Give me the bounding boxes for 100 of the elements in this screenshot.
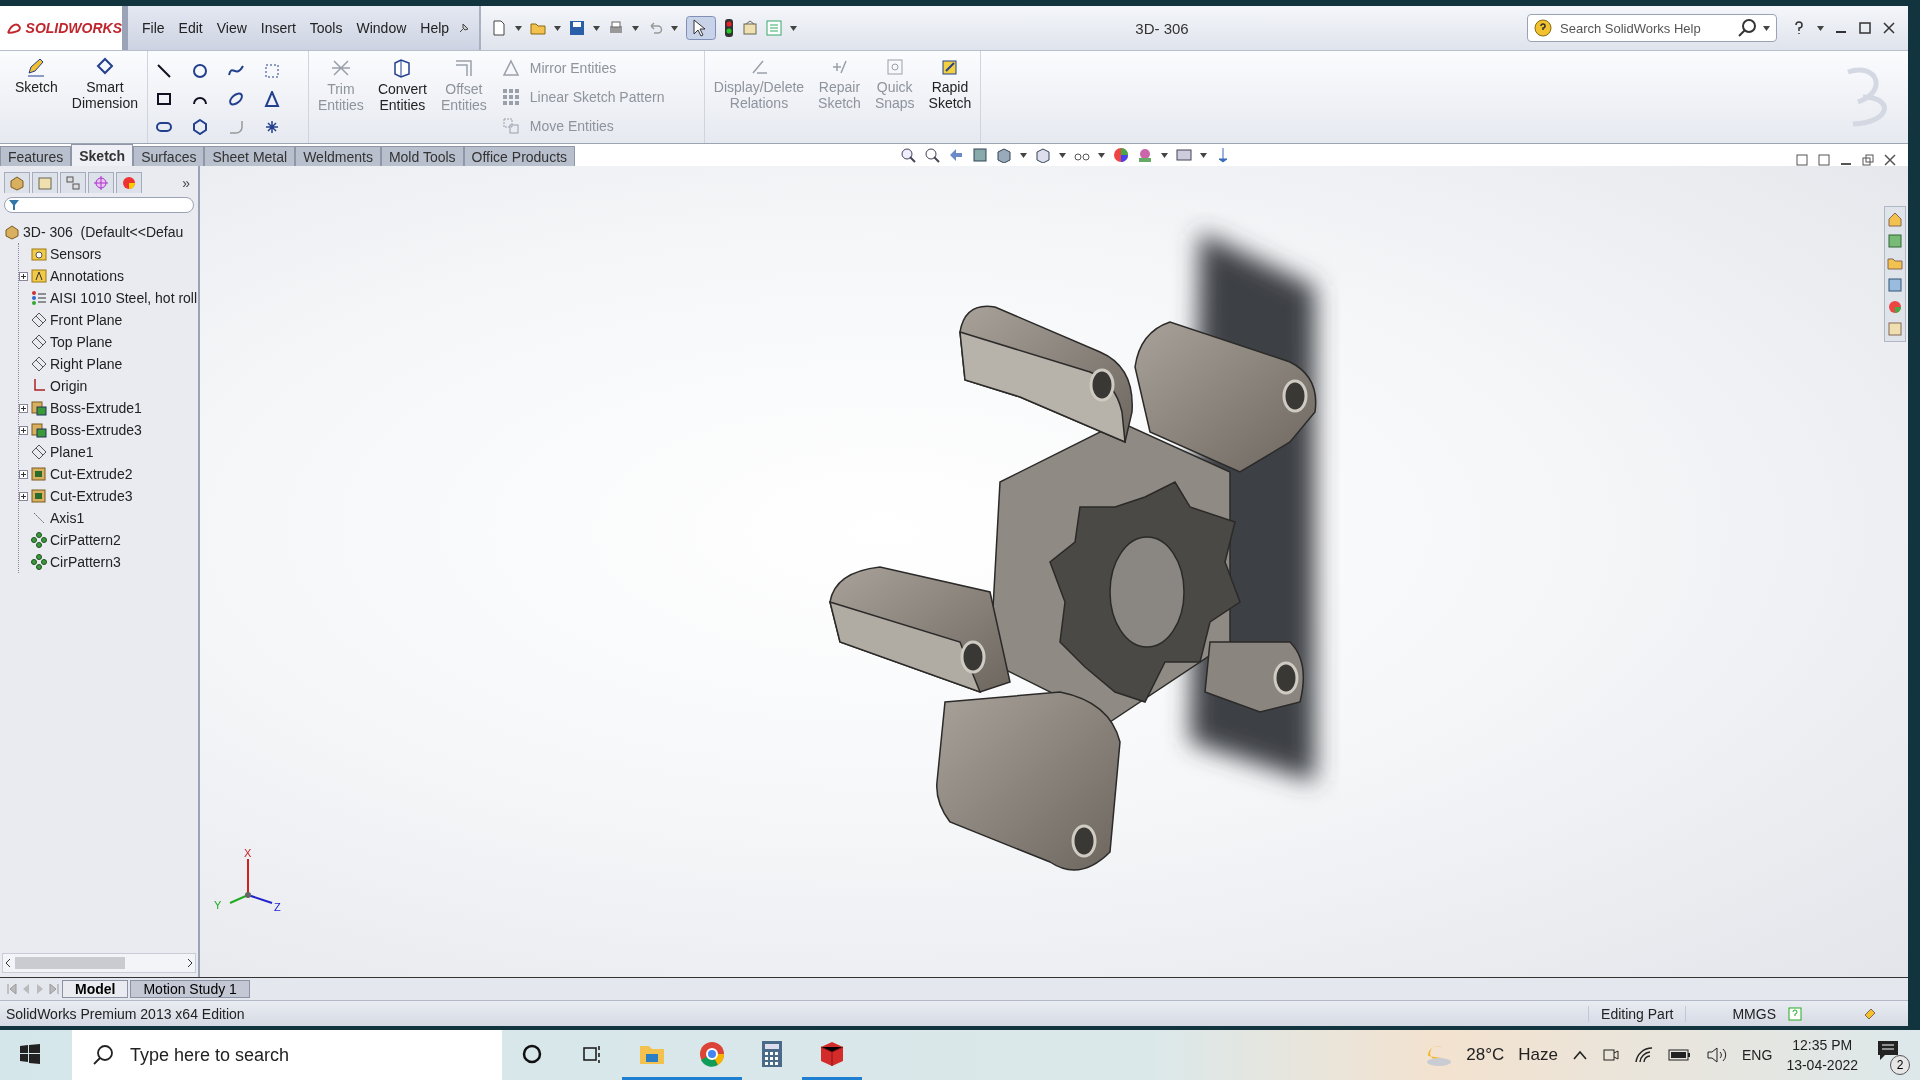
caret-icon[interactable]	[593, 25, 601, 31]
expand-icon[interactable]	[19, 425, 28, 435]
open-folder-icon[interactable]	[530, 20, 547, 36]
scroll-right-icon[interactable]	[185, 958, 195, 968]
menu-item[interactable]: View	[210, 16, 253, 40]
horizontal-scrollbar[interactable]	[2, 953, 196, 973]
tree-item[interactable]: CirPattern3	[50, 554, 121, 570]
command-tab[interactable]: Sketch	[71, 144, 134, 166]
tree-item[interactable]: Sensors	[50, 246, 102, 262]
calculator-icon[interactable]	[761, 1039, 783, 1068]
folder-icon[interactable]	[1887, 255, 1903, 271]
ribbon-tool-button[interactable]: Convert Entities	[370, 51, 434, 143]
point-icon[interactable]	[263, 119, 280, 135]
command-tab[interactable]: Office Products	[463, 146, 576, 166]
rectangle-icon[interactable]	[155, 91, 172, 107]
tile-icon[interactable]	[1796, 154, 1808, 166]
wifi-icon[interactable]	[1634, 1046, 1655, 1064]
tree-item[interactable]: AISI 1010 Steel, hot roll	[50, 290, 198, 306]
section-view-icon[interactable]	[972, 147, 988, 163]
ellipse-icon[interactable]	[227, 91, 244, 107]
tree-item[interactable]: 3D- 306 (Default<<Defau	[23, 224, 184, 240]
browser-icon[interactable]	[698, 1039, 726, 1068]
tree-item[interactable]: Top Plane	[50, 334, 113, 350]
caret-icon[interactable]	[1763, 25, 1770, 31]
battery-icon[interactable]	[1668, 1048, 1693, 1062]
menu-item[interactable]: Insert	[254, 16, 302, 40]
traffic-light-icon[interactable]	[724, 19, 735, 37]
triangle-icon[interactable]	[263, 91, 280, 107]
filter-field[interactable]	[4, 197, 194, 213]
expand-icon[interactable]	[19, 469, 28, 479]
command-tab[interactable]: Mold Tools	[380, 146, 464, 166]
display-tab[interactable]	[116, 172, 142, 193]
printer-icon[interactable]	[608, 20, 625, 36]
tree-item[interactable]: Axis1	[50, 510, 85, 526]
options-icon[interactable]	[742, 20, 759, 36]
previous-view-icon[interactable]	[948, 147, 964, 163]
caret-icon[interactable]	[515, 25, 523, 31]
scroll-left-icon[interactable]	[3, 958, 13, 968]
dimension-icon[interactable]	[94, 57, 115, 77]
scene-icon[interactable]	[1137, 147, 1153, 163]
speaker-icon[interactable]	[1706, 1046, 1729, 1064]
tree-item[interactable]: Boss-Extrude3	[50, 422, 142, 438]
part-model-drawing[interactable]	[828, 305, 1317, 871]
restore-icon[interactable]	[1862, 154, 1874, 166]
expand-panel-button[interactable]: »	[182, 174, 194, 191]
display-settings-icon[interactable]	[1176, 147, 1192, 163]
caret-icon[interactable]	[1059, 152, 1066, 158]
palette-icon[interactable]	[1887, 277, 1903, 293]
zoom-fit-icon[interactable]	[900, 147, 916, 163]
close-icon[interactable]	[1884, 154, 1896, 166]
appearance-icon[interactable]	[1887, 299, 1903, 315]
dimxpert-tab[interactable]	[88, 172, 114, 193]
menu-item[interactable]: Tools	[303, 16, 349, 40]
caret-icon[interactable]	[632, 25, 640, 31]
display-style-icon[interactable]	[1035, 147, 1051, 163]
appearance-icon[interactable]	[1113, 147, 1129, 163]
caret-icon[interactable]	[1020, 152, 1027, 158]
tree-item[interactable]: Front Plane	[50, 312, 123, 328]
feature-tree-tab[interactable]	[4, 172, 30, 193]
search-icon[interactable]	[1737, 18, 1757, 38]
new-document-icon[interactable]	[491, 20, 508, 36]
expand-icon[interactable]	[19, 271, 28, 281]
menu-item[interactable]: Help	[414, 16, 456, 40]
caret-icon[interactable]	[1161, 152, 1168, 158]
graphics-area[interactable]: X Y Z	[200, 166, 1908, 977]
tree-item[interactable]: Right Plane	[50, 356, 123, 372]
expand-icon[interactable]	[19, 491, 28, 501]
command-tab[interactable]: Surfaces	[133, 146, 205, 166]
circle-icon[interactable]	[191, 63, 208, 79]
notification-button[interactable]: 2	[1872, 1035, 1910, 1075]
tree-item[interactable]: CirPattern2	[50, 532, 121, 548]
cad-app-icon[interactable]	[818, 1039, 846, 1068]
caret-icon[interactable]	[1817, 25, 1824, 31]
caret-icon[interactable]	[671, 25, 679, 31]
zoom-area-icon[interactable]	[924, 147, 940, 163]
model-tab[interactable]: Model	[62, 980, 129, 998]
menu-item[interactable]: Window	[350, 16, 413, 40]
expand-icon[interactable]	[19, 403, 28, 413]
model-tab[interactable]: Motion Study 1	[130, 980, 250, 998]
pencil-icon[interactable]	[26, 57, 47, 77]
help-search-field[interactable]: Search SolidWorks Help	[1527, 14, 1777, 42]
save-icon[interactable]	[569, 20, 586, 36]
command-tab[interactable]: Features	[0, 146, 72, 166]
ribbon-tool-button[interactable]: Rapid Sketch	[921, 51, 979, 143]
caret-icon[interactable]	[790, 25, 798, 31]
tree-item[interactable]: Origin	[50, 378, 88, 394]
chevron-up-icon[interactable]	[1572, 1049, 1589, 1061]
close-icon[interactable]	[1882, 21, 1896, 35]
tree-item[interactable]: Plane1	[50, 444, 94, 460]
home-icon[interactable]	[1887, 211, 1903, 227]
tree-item[interactable]: Cut-Extrude3	[50, 488, 133, 504]
command-tab[interactable]: Weldments	[295, 146, 381, 166]
caret-icon[interactable]	[554, 25, 562, 31]
library-icon[interactable]	[1887, 233, 1903, 249]
meet-icon[interactable]	[1602, 1046, 1621, 1064]
menu-item[interactable]: Edit	[172, 16, 209, 40]
ribbon-tool-button[interactable]: Sketch	[8, 51, 65, 143]
grid-icon[interactable]	[263, 63, 280, 79]
tile-icon[interactable]	[1818, 154, 1830, 166]
line-icon[interactable]	[155, 63, 172, 79]
